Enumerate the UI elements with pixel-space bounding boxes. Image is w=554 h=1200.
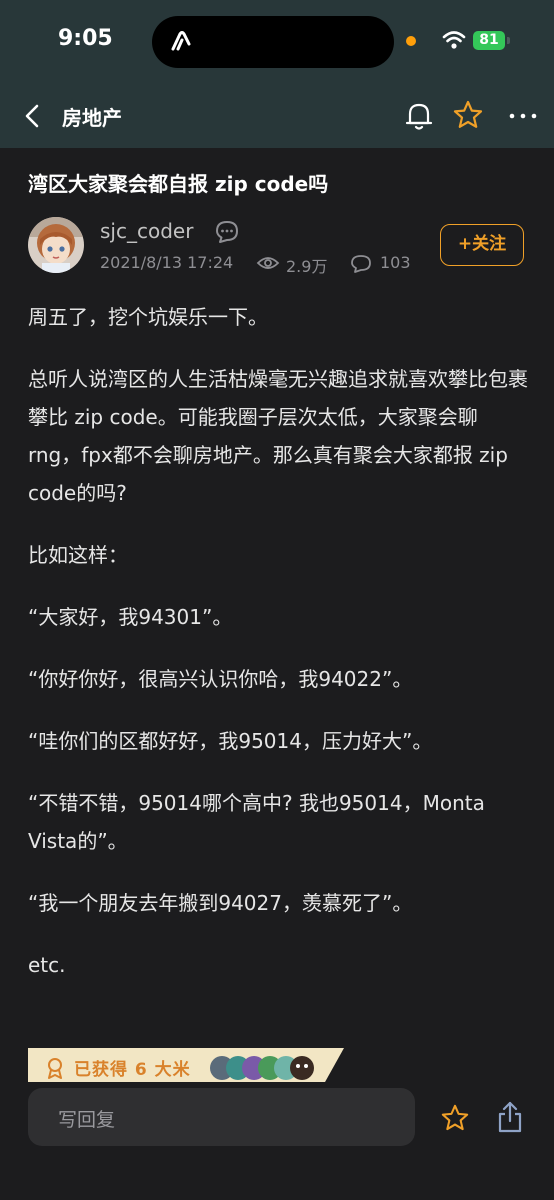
avatar[interactable] bbox=[28, 217, 84, 273]
star-icon[interactable] bbox=[440, 1103, 470, 1133]
page-title: 房地产 bbox=[62, 106, 122, 130]
post-paragraph: 比如这样： bbox=[28, 543, 128, 567]
bell-icon[interactable] bbox=[404, 100, 434, 132]
view-count: 2.9万 bbox=[286, 257, 328, 276]
award-avatars[interactable] bbox=[208, 1054, 318, 1082]
battery-tip bbox=[507, 37, 510, 44]
chat-bubble-icon[interactable] bbox=[214, 219, 240, 245]
eye-icon bbox=[256, 257, 280, 269]
post-paragraph: 总听人说湾区的人生活枯燥毫无兴趣追求就喜欢攀比包裹攀比 zip code。可能我… bbox=[28, 367, 528, 505]
status-time: 9:05 bbox=[58, 26, 113, 51]
chevron-left-icon[interactable] bbox=[22, 102, 42, 130]
post-paragraph: “大家好，我94301”。 bbox=[28, 605, 233, 629]
recording-dot-icon bbox=[406, 36, 416, 46]
author-name[interactable]: sjc_coder bbox=[100, 219, 193, 243]
app-logo-icon bbox=[171, 31, 191, 51]
follow-button[interactable]: +关注 bbox=[440, 224, 524, 266]
more-icon[interactable] bbox=[508, 102, 538, 130]
battery-indicator: 81 bbox=[473, 31, 505, 50]
post-date: 2021/8/13 17:24 bbox=[100, 253, 234, 272]
post-paragraph: etc. bbox=[28, 953, 66, 977]
reply-placeholder: 写回复 bbox=[58, 1109, 116, 1131]
comment-icon bbox=[351, 255, 371, 273]
post-paragraph: “不错不错，95014哪个高中? 我也95014，Monta Vista的”。 bbox=[28, 791, 485, 853]
post-paragraph: “你好你好，很高兴认识你哈，我94022”。 bbox=[28, 667, 413, 691]
comment-count: 103 bbox=[380, 253, 411, 272]
award-ribbon-icon bbox=[48, 1058, 62, 1079]
post-paragraph: “哇你们的区都好好，我95014，压力好大”。 bbox=[28, 729, 433, 753]
wifi-icon bbox=[442, 31, 466, 49]
post-paragraph: 周五了，挖个坑娱乐一下。 bbox=[28, 305, 268, 329]
post-paragraph: “我一个朋友去年搬到94027，羡慕死了”。 bbox=[28, 891, 413, 915]
post-title: 湾区大家聚会都自报 zip code吗 bbox=[28, 172, 329, 196]
post-body: 周五了，挖个坑娱乐一下。总听人说湾区的人生活枯燥毫无兴趣追求就喜欢攀比包裹攀比 … bbox=[28, 298, 528, 1008]
share-icon[interactable] bbox=[496, 1100, 524, 1134]
star-icon[interactable] bbox=[452, 99, 484, 131]
award-text: 已获得 6 大米 bbox=[74, 1060, 191, 1080]
